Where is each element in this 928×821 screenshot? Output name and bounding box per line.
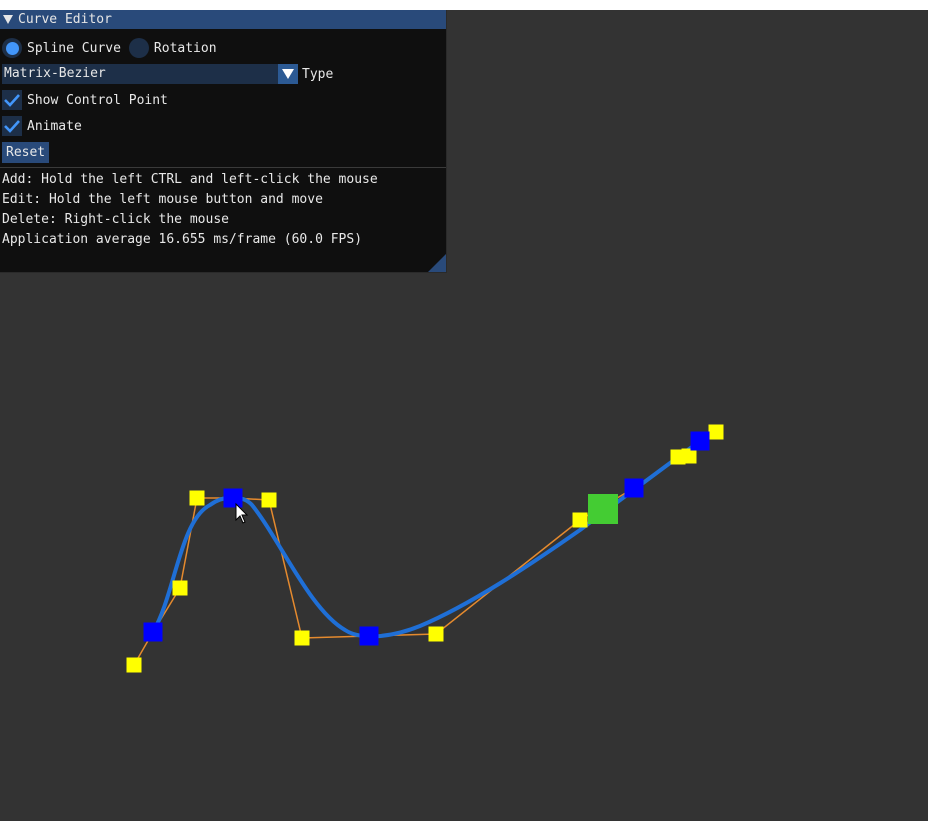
type-combo[interactable]: Matrix-Bezier — [2, 64, 298, 84]
animated-point[interactable] — [588, 494, 618, 524]
checkmark-icon — [4, 120, 20, 133]
animate-row: Animate — [2, 115, 90, 137]
show-control-point-label[interactable]: Show Control Point — [27, 93, 168, 108]
handle-point[interactable] — [708, 424, 724, 440]
separator — [0, 167, 446, 168]
show-control-point-row: Show Control Point — [2, 89, 176, 111]
anchor-point[interactable] — [143, 622, 163, 642]
handle-point[interactable] — [294, 630, 310, 646]
spline-curve-label[interactable]: Spline Curve — [27, 41, 121, 56]
collapse-triangle-icon[interactable] — [3, 15, 13, 24]
show-control-point-checkbox[interactable] — [2, 90, 22, 110]
animate-checkbox[interactable] — [2, 116, 22, 136]
fps-text: Application average 16.655 ms/frame (60.… — [2, 232, 363, 247]
help-add-text: Add: Hold the left CTRL and left-click t… — [2, 172, 378, 187]
rotation-label[interactable]: Rotation — [154, 41, 217, 56]
mode-radio-group: Spline Curve Rotation — [2, 37, 225, 59]
type-label: Type — [302, 66, 334, 82]
curve-editor-window[interactable]: Curve Editor Spline Curve Rotation Matri… — [0, 10, 447, 273]
control-polygon-line — [133, 431, 717, 666]
type-row: Matrix-Bezier Type — [2, 63, 341, 85]
reset-button[interactable]: Reset — [2, 141, 50, 163]
window-title: Curve Editor — [18, 12, 112, 27]
chevron-down-icon — [282, 69, 294, 79]
handle-point[interactable] — [261, 492, 277, 508]
control-points[interactable] — [126, 424, 724, 673]
control-polygon — [133, 431, 717, 666]
anchor-point[interactable] — [359, 626, 379, 646]
handle-point[interactable] — [172, 580, 188, 596]
animate-label[interactable]: Animate — [27, 119, 82, 134]
resize-grip-icon[interactable] — [428, 254, 446, 272]
anchor-point[interactable] — [690, 431, 710, 451]
handle-point[interactable] — [681, 448, 697, 464]
anchor-point[interactable] — [223, 488, 243, 508]
help-delete-text: Delete: Right-click the mouse — [2, 212, 229, 227]
spline-curve-radio[interactable] — [2, 38, 22, 58]
help-edit-text: Edit: Hold the left mouse button and mov… — [2, 192, 323, 207]
type-combo-value: Matrix-Bezier — [4, 66, 106, 81]
handle-point[interactable] — [189, 490, 205, 506]
rotation-radio[interactable] — [128, 38, 149, 58]
spline-curve — [151, 439, 702, 639]
handle-point[interactable] — [126, 657, 142, 673]
handle-point[interactable] — [572, 512, 588, 528]
reset-row: Reset — [2, 141, 50, 163]
combo-arrow-button[interactable] — [278, 64, 298, 84]
checkmark-icon — [4, 94, 20, 107]
radio-selected-dot — [5, 41, 19, 55]
handle-point[interactable] — [428, 626, 444, 642]
anchor-point[interactable] — [624, 478, 644, 498]
window-titlebar[interactable]: Curve Editor — [0, 10, 446, 29]
